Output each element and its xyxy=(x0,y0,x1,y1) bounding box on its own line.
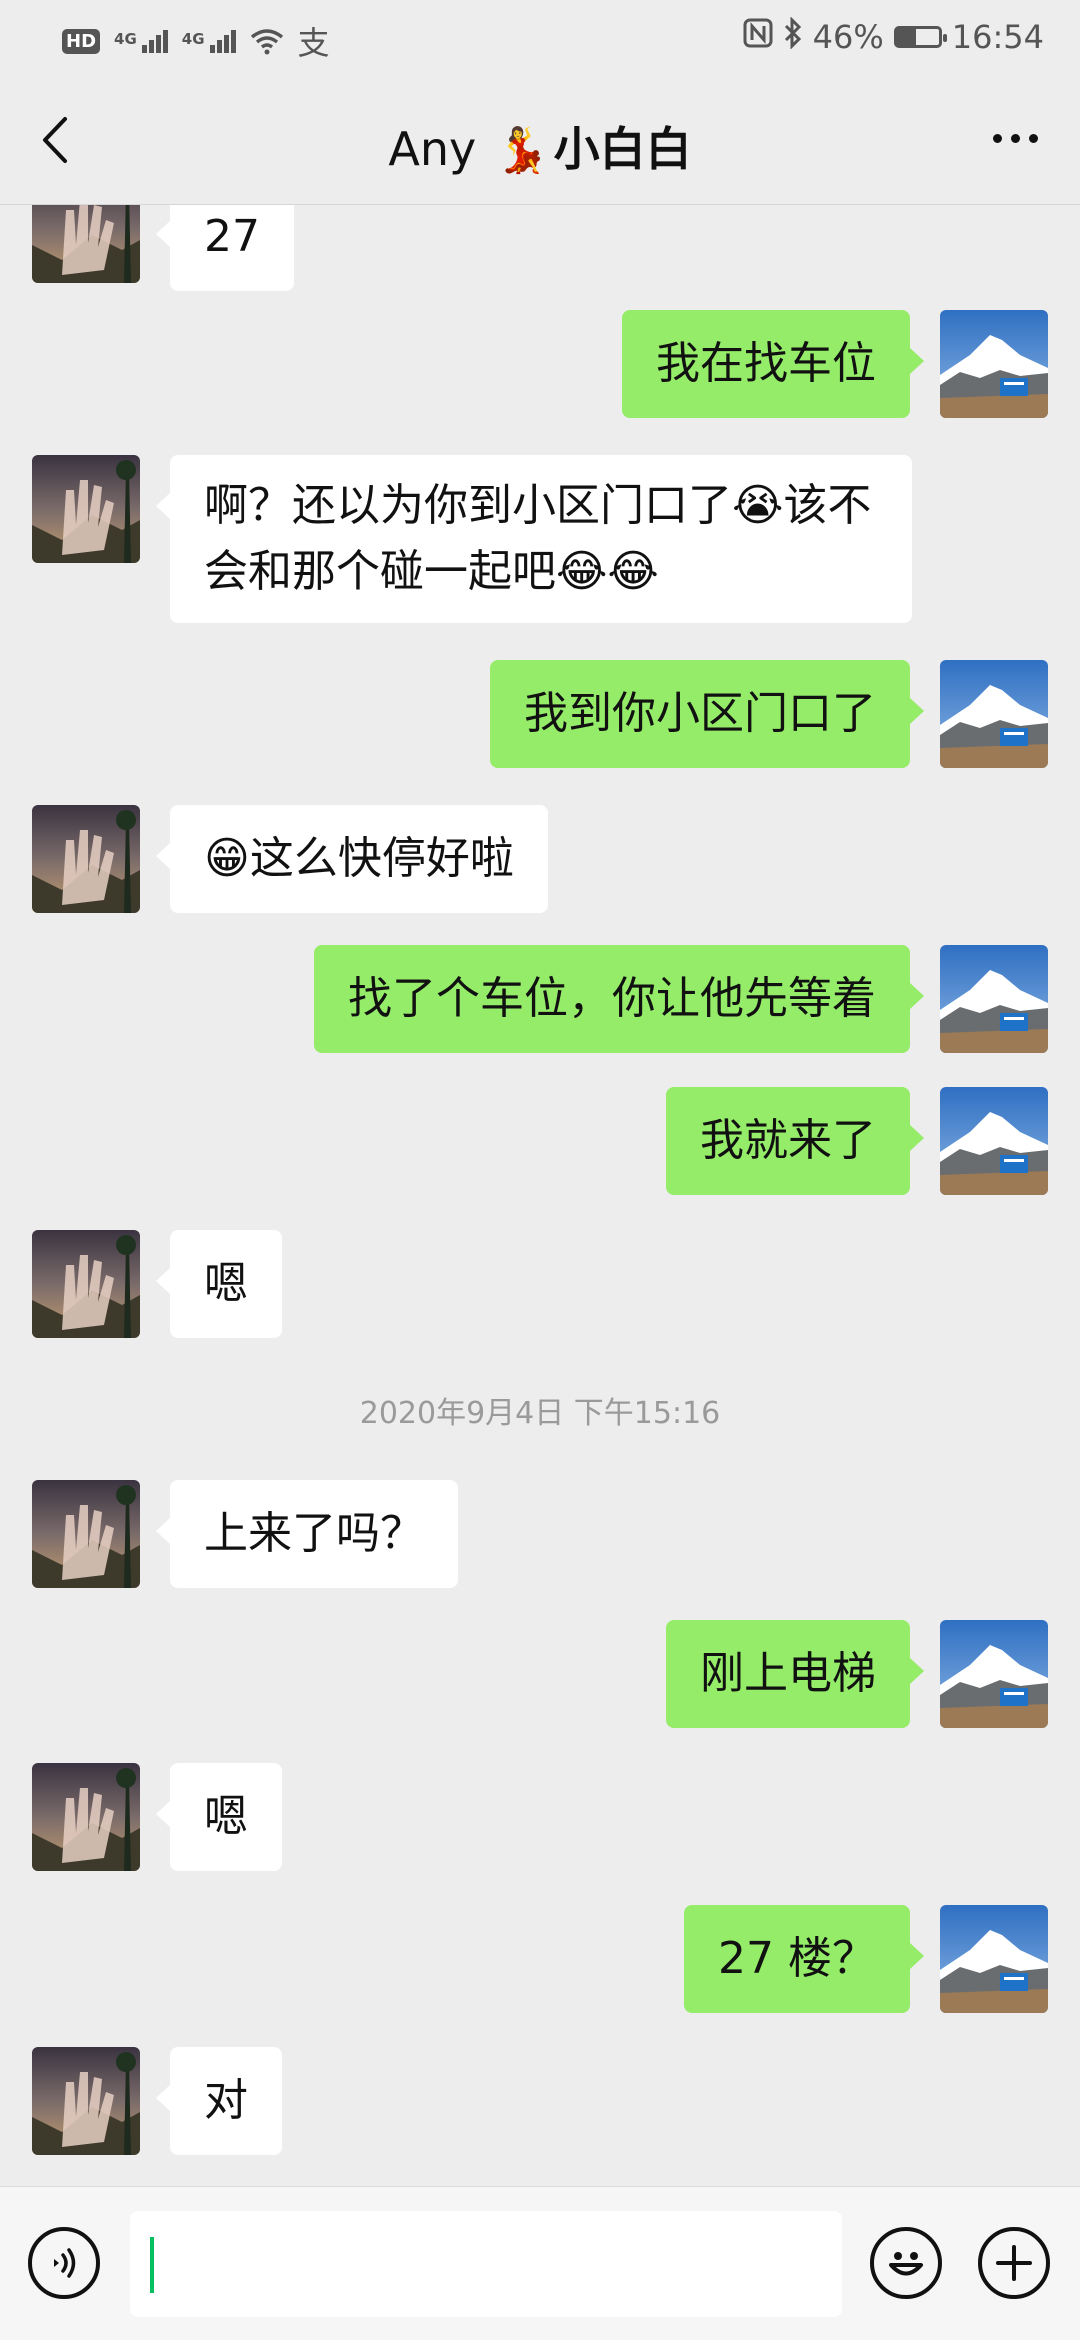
chat-title-name: Any xyxy=(388,122,477,176)
chat-title: Any 💃小白白 xyxy=(0,113,1080,179)
message-bubble-received[interactable]: 上来了吗？ xyxy=(156,1480,458,1588)
message-bubble-sent[interactable]: 我在找车位 xyxy=(622,310,924,418)
text-cursor xyxy=(150,2237,154,2293)
my-avatar[interactable] xyxy=(940,310,1048,418)
dot-icon xyxy=(1028,133,1038,143)
input-bar xyxy=(0,2186,1080,2340)
chat-message-list[interactable]: 27 我在找车位 啊？还以为你到小区门口了😭该不会和那个碰一起吧😂😂 我到你小区… xyxy=(0,205,1080,2185)
signal-icon-2: 4G xyxy=(182,29,236,53)
hd-badge: HD xyxy=(62,28,101,54)
contact-avatar[interactable] xyxy=(32,455,140,563)
my-avatar[interactable] xyxy=(940,1905,1048,2013)
dot-icon xyxy=(992,133,1002,143)
message-bubble-sent[interactable]: 找了个车位，你让他先等着 xyxy=(314,945,924,1053)
message-bubble-sent[interactable]: 我到你小区门口了 xyxy=(490,660,924,768)
chat-header: Any 💃小白白 xyxy=(0,75,1080,205)
contact-avatar[interactable] xyxy=(32,1230,140,1338)
my-avatar[interactable] xyxy=(940,1087,1048,1195)
battery-percent: 46% xyxy=(812,18,884,56)
more-options-button[interactable] xyxy=(980,113,1050,163)
contact-avatar[interactable] xyxy=(32,1763,140,1871)
contact-avatar[interactable] xyxy=(32,1480,140,1588)
signal-icon-1: 4G xyxy=(114,29,168,53)
message-bubble-sent[interactable]: 刚上电梯 xyxy=(666,1620,924,1728)
contact-avatar[interactable] xyxy=(32,805,140,913)
chat-title-suffix: 小白白 xyxy=(553,122,692,176)
status-bar: HD 4G 4G 支 46% 16:54 xyxy=(0,0,1080,75)
chat-timestamp: 2020年9月4日 下午15:16 xyxy=(359,1396,721,1431)
wifi-icon xyxy=(250,27,284,55)
message-bubble-sent[interactable]: 27 楼？ xyxy=(684,1905,924,2013)
voice-input-button[interactable] xyxy=(28,2227,100,2299)
message-bubble-received[interactable]: 嗯 xyxy=(156,1763,282,1871)
message-input[interactable] xyxy=(130,2211,842,2317)
contact-avatar[interactable] xyxy=(32,2047,140,2155)
emoji-button[interactable] xyxy=(870,2227,942,2299)
bluetooth-icon xyxy=(783,16,803,57)
more-functions-button[interactable] xyxy=(978,2227,1050,2299)
message-bubble-received[interactable]: 啊？还以为你到小区门口了😭该不会和那个碰一起吧😂😂 xyxy=(156,455,912,623)
dancer-emoji: 💃 xyxy=(494,125,550,176)
contact-avatar[interactable] xyxy=(32,205,140,283)
my-avatar[interactable] xyxy=(940,1620,1048,1728)
message-bubble-received[interactable]: 27 xyxy=(156,205,294,291)
message-bubble-received[interactable]: 嗯 xyxy=(156,1230,282,1338)
message-bubble-sent[interactable]: 我就来了 xyxy=(666,1087,924,1195)
my-avatar[interactable] xyxy=(940,945,1048,1053)
message-bubble-received[interactable]: 对 xyxy=(156,2047,282,2155)
message-bubble-received[interactable]: 😁这么快停好啦 xyxy=(156,805,548,913)
dot-icon xyxy=(1010,133,1020,143)
voice-icon xyxy=(54,2248,76,2278)
battery-icon xyxy=(893,26,947,48)
my-avatar[interactable] xyxy=(940,660,1048,768)
payment-icon: 支 xyxy=(297,24,330,62)
nfc-icon xyxy=(743,18,773,56)
smiley-icon xyxy=(889,2252,923,2276)
plus-icon xyxy=(996,2245,1032,2281)
status-left: HD 4G 4G 支 xyxy=(62,18,330,64)
status-right: 46% 16:54 xyxy=(743,16,1044,57)
battery-level-fill xyxy=(896,29,917,45)
clock: 16:54 xyxy=(951,18,1044,56)
